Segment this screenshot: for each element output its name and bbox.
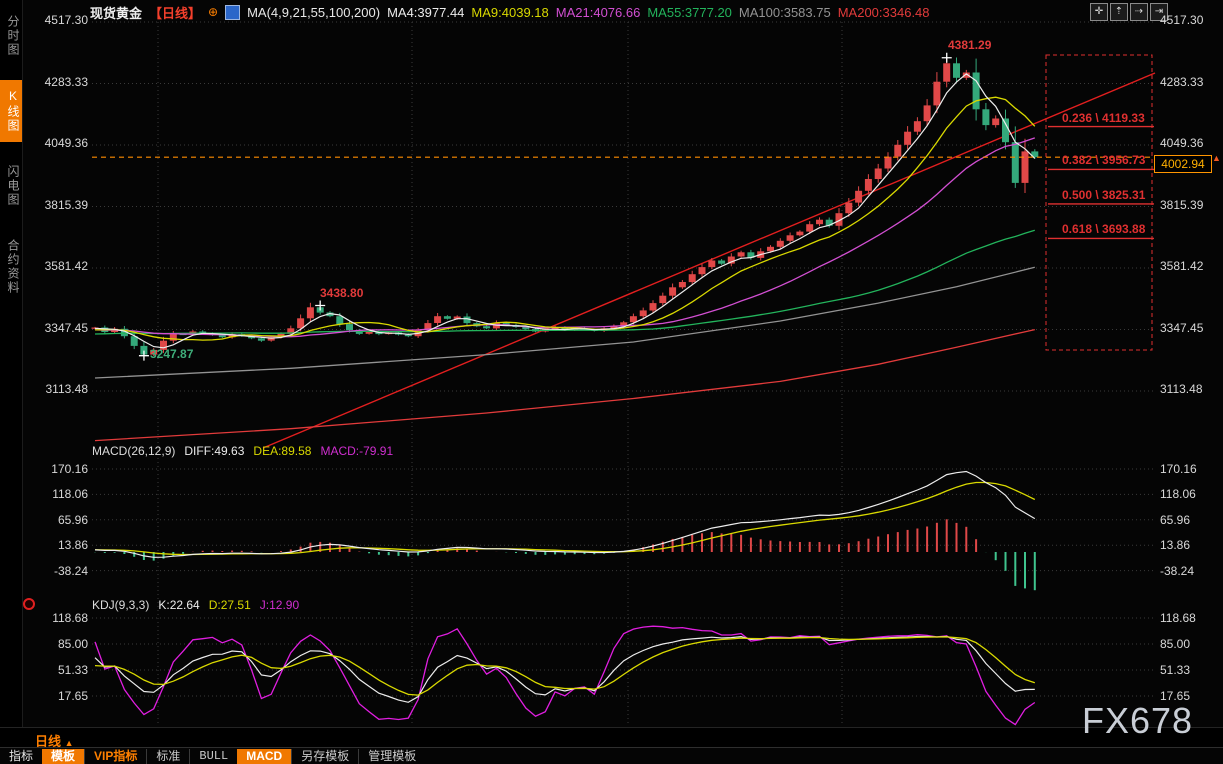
- kdj-header: KDJ(9,3,3) K:22.64 D:27.51 J:12.90: [92, 598, 299, 612]
- price-up-arrow-icon: ▲: [1212, 153, 1221, 163]
- macd-histogram: [95, 519, 1035, 590]
- tab-template[interactable]: 模板: [42, 749, 84, 764]
- kdj-k-value: K:22.64: [158, 598, 199, 612]
- kdj-axis-label-left: 17.65: [26, 689, 88, 703]
- price-axis-label-left: 4517.30: [26, 13, 88, 27]
- price-axis-label-left: 3347.45: [26, 321, 88, 335]
- tab-save-template[interactable]: 另存模板: [291, 749, 358, 764]
- macd-axis-label-right: 65.96: [1160, 513, 1190, 527]
- alert-dot-icon[interactable]: [23, 598, 35, 610]
- bottom-tab-bar: 指标 模板 VIP指标 标准 BULL MACD 另存模板 管理模板: [0, 747, 1223, 764]
- price-annotation: 4381.29: [948, 38, 991, 52]
- fib-level-label: 0.500 \ 3825.31: [1062, 188, 1145, 202]
- chart-toolbar: ✛ ⇡ ⇢ ⇥: [1090, 3, 1168, 21]
- kdj-axis-label-right: 118.68: [1160, 611, 1196, 625]
- ma-group-label: MA(4,9,21,55,100,200): [247, 5, 380, 20]
- fx678-watermark: FX678: [1082, 700, 1193, 742]
- macd-axis-label-left: 118.06: [26, 487, 88, 501]
- chart-canvas[interactable]: [0, 0, 1223, 764]
- current-price-tag: 4002.94: [1154, 155, 1212, 173]
- price-annotation: 3247.87: [150, 347, 193, 361]
- tab-vip-indicators[interactable]: VIP指标: [84, 749, 146, 764]
- chart-type-icon[interactable]: [225, 5, 240, 20]
- period-badge[interactable]: 【日线】: [149, 3, 201, 22]
- kdj-axis-label-left: 51.33: [26, 663, 88, 677]
- macd-title: MACD(26,12,9): [92, 444, 175, 458]
- ma21-value: MA21:4076.66: [556, 5, 641, 20]
- sidebar-item-contract-info[interactable]: 合约资料: [0, 230, 22, 304]
- price-axis-label-left: 3581.42: [26, 259, 88, 273]
- tab-manage-template[interactable]: 管理模板: [358, 749, 425, 764]
- symbol-title: 现货黄金: [90, 3, 142, 22]
- ma55-value: MA55:3777.20: [647, 5, 732, 20]
- macd-bar-value: MACD:-79.91: [320, 444, 393, 458]
- sidebar-item-flash[interactable]: 闪电图: [0, 156, 22, 216]
- ma4-value: MA4:3977.44: [387, 5, 464, 20]
- price-axis-label-right: 4517.30: [1160, 13, 1203, 27]
- price-axis-label-right: 3815.39: [1160, 198, 1203, 212]
- scale-horizontal-icon[interactable]: ⇢: [1130, 3, 1148, 21]
- tab-bull[interactable]: BULL: [189, 749, 237, 764]
- kdj-j-value: J:12.90: [260, 598, 299, 612]
- macd-axis-label-left: 13.86: [26, 538, 88, 552]
- ma9-value: MA9:4039.18: [471, 5, 548, 20]
- price-axis-label-right: 3347.45: [1160, 321, 1203, 335]
- crosshair-icon[interactable]: ⊕: [208, 5, 218, 19]
- price-axis-label-left: 4049.36: [26, 136, 88, 150]
- tab-indicators[interactable]: 指标: [0, 749, 42, 764]
- fib-level-label: 0.618 \ 3693.88: [1062, 222, 1145, 236]
- price-axis-label-right: 3113.48: [1160, 382, 1203, 396]
- macd-axis-label-right: 13.86: [1160, 538, 1190, 552]
- kdj-axis-label-right: 51.33: [1160, 663, 1190, 677]
- macd-axis-label-right: -38.24: [1160, 564, 1194, 578]
- macd-axis-label-right: 170.16: [1160, 462, 1197, 476]
- sidebar: 分时图 K线图 闪电图 合约资料: [0, 0, 23, 748]
- kdj-title: KDJ(9,3,3): [92, 598, 149, 612]
- tab-macd[interactable]: MACD: [237, 749, 291, 764]
- chart-header: 现货黄金 【日线】 ⊕ MA(4,9,21,55,100,200) MA4:39…: [90, 3, 930, 21]
- price-axis-label-left: 3815.39: [26, 198, 88, 212]
- trading-app: 分时图 K线图 闪电图 合约资料 现货黄金 【日线】 ⊕ MA(4,9,21,5…: [0, 0, 1223, 764]
- kdj-axis-label-left: 118.68: [26, 611, 88, 625]
- price-axis-label-right: 4283.33: [1160, 75, 1203, 89]
- price-axis-label-right: 3581.42: [1160, 259, 1203, 273]
- sidebar-item-timeshare[interactable]: 分时图: [0, 6, 22, 66]
- fib-level-label: 0.236 \ 4119.33: [1062, 111, 1145, 125]
- macd-axis-label-left: 170.16: [26, 462, 88, 476]
- price-axis-label-left: 4283.33: [26, 75, 88, 89]
- kdj-d-value: D:27.51: [209, 598, 251, 612]
- scale-vertical-icon[interactable]: ⇡: [1110, 3, 1128, 21]
- ma100-value: MA100:3583.75: [739, 5, 831, 20]
- macd-dea-value: DEA:89.58: [253, 444, 311, 458]
- sidebar-item-kline[interactable]: K线图: [0, 80, 22, 142]
- date-axis: 日线 ▲: [0, 727, 1223, 748]
- tab-standard[interactable]: 标准: [146, 749, 189, 764]
- kdj-axis-label-right: 85.00: [1160, 637, 1190, 651]
- fib-level-label: 0.382 \ 3956.73: [1062, 153, 1145, 167]
- price-axis-label-left: 3113.48: [26, 382, 88, 396]
- ma200-value: MA200:3346.48: [838, 5, 930, 20]
- move-icon[interactable]: ✛: [1090, 3, 1108, 21]
- macd-header: MACD(26,12,9) DIFF:49.63 DEA:89.58 MACD:…: [92, 444, 393, 458]
- macd-axis-label-left: -38.24: [26, 564, 88, 578]
- price-annotation: 3438.80: [320, 286, 363, 300]
- price-axis-label-right: 4049.36: [1160, 136, 1203, 150]
- macd-diff-value: DIFF:49.63: [184, 444, 244, 458]
- macd-axis-label-left: 65.96: [26, 513, 88, 527]
- macd-axis-label-right: 118.06: [1160, 487, 1196, 501]
- kdj-axis-label-left: 85.00: [26, 637, 88, 651]
